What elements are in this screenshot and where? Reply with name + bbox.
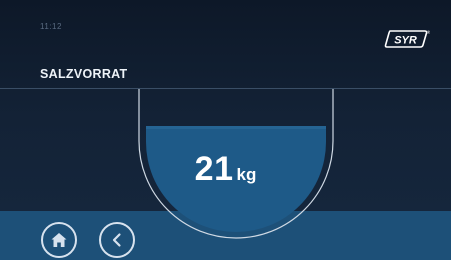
bowl-fill-highlight [146,126,326,129]
salt-level-value: 21 [194,150,234,188]
salt-level-unit: kg [236,165,257,184]
salt-supply-screen: 11:12 SYR ® SALZVORRAT 21 kg [0,0,451,260]
salt-level-readout: 21 kg [0,150,451,189]
home-button[interactable] [41,222,77,258]
salt-level-gauge [138,89,334,239]
chevron-left-icon [112,233,121,247]
home-icon [51,233,67,247]
back-button[interactable] [99,222,135,258]
